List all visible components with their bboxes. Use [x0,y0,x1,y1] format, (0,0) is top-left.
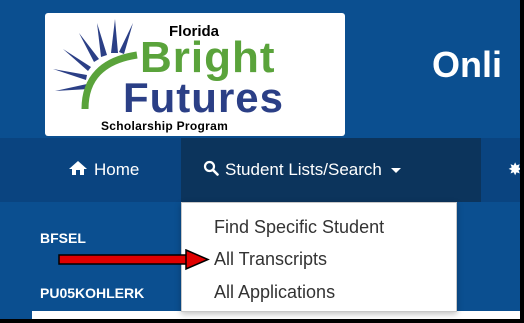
logo-text-futures: Futures [123,74,285,121]
logo-text-program: Scholarship Program [101,119,229,133]
content-panel [32,311,520,319]
nav-next-item[interactable]: ✸ [508,138,520,202]
menu-item-all-applications[interactable]: All Applications [214,282,335,303]
app-window: Florida Bright Futures Scholarship Progr… [0,0,520,319]
nav-student-lists-search-menu[interactable]: Student Lists/Search [181,138,481,202]
sidebar-label-bfsel: BFSEL [40,230,86,246]
main-navbar: Home Student Lists/Search ✸ [0,138,520,202]
nav-search-label: Student Lists/Search [225,160,382,179]
annotation-arrow-icon [58,249,210,271]
sidebar-label-user: PU05KOHLERK [40,285,145,301]
florida-bright-futures-logo[interactable]: Florida Bright Futures Scholarship Progr… [45,13,345,136]
gear-icon: ✸ [508,160,520,179]
menu-item-find-specific-student[interactable]: Find Specific Student [214,217,384,238]
menu-item-all-transcripts[interactable]: All Transcripts [214,249,327,270]
chevron-down-icon [390,167,401,173]
search-icon [203,160,219,181]
page-title: Onli [432,44,502,85]
nav-home-link[interactable]: Home [68,138,139,202]
window-shadow-right [520,4,524,323]
home-icon [68,160,88,181]
nav-home-label: Home [94,160,140,179]
window-shadow-bottom [4,319,524,323]
student-search-dropdown: Find Specific Student All Transcripts Al… [181,202,457,312]
